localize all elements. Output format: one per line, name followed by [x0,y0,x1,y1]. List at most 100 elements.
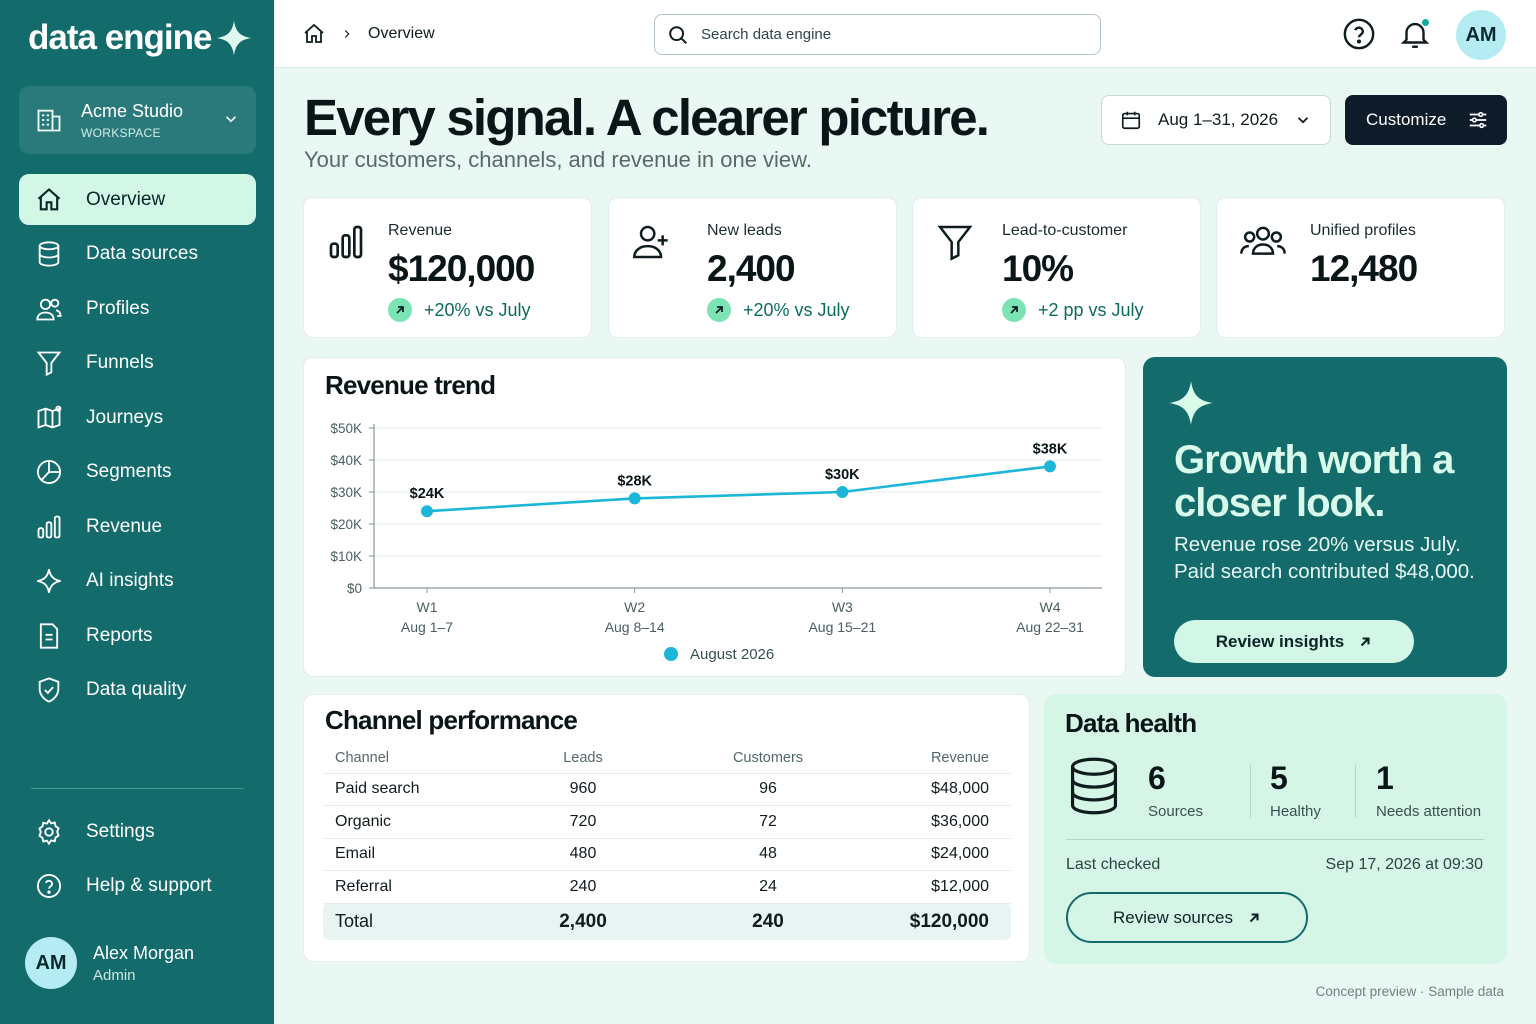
sidebar-item-overview[interactable]: Overview [19,174,256,225]
sparkle-icon [37,569,61,593]
kpi-label: Revenue [388,222,453,239]
funnel-icon [36,351,62,377]
search-box[interactable] [654,14,1101,55]
sidebar-item-label: Segments [86,461,172,482]
table-cell: 24 [643,870,893,904]
kpi-card-lead-to-customer[interactable]: Lead-to-customer 10% +2 pp vs July [912,197,1201,338]
table-row[interactable]: Paid search 960 96 $48,000 [323,773,1011,806]
notifications-button[interactable] [1398,17,1432,51]
kpi-delta-text: +2 pp vs July [1038,299,1144,320]
breadcrumb: Overview [302,22,435,46]
home-icon[interactable] [302,22,326,46]
stat-label: Needs attention [1376,803,1482,820]
column-header[interactable]: Revenue [893,743,1011,774]
promo-title: Growth worth a closer look. [1174,438,1454,525]
sidebar-item-ai-insights[interactable]: AI insights [19,556,256,607]
table-cell: Email [323,838,523,871]
user-plus-icon [633,225,668,259]
sidebar-nav: Overview Data sources Profiles Funnels J… [19,174,256,719]
help-circle-icon [36,873,62,899]
avatar[interactable]: AM [1456,10,1506,60]
workspace-switcher[interactable]: Acme Studio WORKSPACE [19,86,256,154]
health-stat-needs-attention: 1 Needs attention [1376,760,1481,820]
table-header: Channel Leads Customers Revenue [323,743,1011,774]
breadcrumb-current[interactable]: Overview [368,25,435,43]
x-tick-sublabel: Aug 1–7 [401,619,453,635]
arrow-up-right-icon [388,298,412,322]
card-title: Channel performance [325,705,578,735]
table-row[interactable]: Email 480 48 $24,000 [323,838,1011,871]
bar-chart-icon [37,515,61,538]
table-cell: 240 [523,870,643,904]
y-tick-label: $50K [330,421,362,436]
kpi-delta-text: +20% vs July [743,299,850,320]
table-cell: $120,000 [893,903,1011,940]
user-name: Alex Morgan [93,942,195,963]
kpi-label: Lead-to-customer [1002,222,1128,239]
table-cell: $12,000 [893,870,1011,904]
chevron-down-icon [225,116,237,123]
column-header[interactable]: Leads [523,743,643,774]
table-cell: $48,000 [893,773,1011,806]
chevron-right-icon [344,30,350,38]
sidebar-item-journeys[interactable]: Journeys [19,392,256,443]
calendar-icon [1121,111,1141,130]
customize-button[interactable]: Customize [1345,95,1507,145]
bar-chart-icon [329,225,363,259]
sidebar-item-data-sources[interactable]: Data sources [19,229,256,280]
last-checked-value: Sep 17, 2026 at 09:30 [1325,856,1483,873]
sidebar-footer-nav: Settings Help & support [19,806,256,915]
insight-promo-card: Growth worth a closer look. Revenue rose… [1143,357,1507,677]
workspace-name: Acme Studio [81,100,184,121]
kpi-card-new-leads[interactable]: New leads 2,400 +20% vs July [608,197,897,338]
users-group-icon [1240,226,1286,255]
map-icon [37,405,62,429]
sidebar-item-settings[interactable]: Settings [19,806,256,857]
sidebar-item-label: Data sources [86,243,198,264]
kpi-value: 12,480 [1310,248,1418,289]
table-cell: Total [323,903,523,940]
kpi-delta: +2 pp vs July [1002,298,1144,322]
kpi-card-unified-profiles[interactable]: Unified profiles 12,480 [1216,197,1505,338]
user-profile[interactable]: AM Alex Morgan Admin [25,937,194,989]
sparkle-icon [1169,381,1213,425]
sidebar-item-segments[interactable]: Segments [19,447,256,498]
help-icon[interactable] [1342,17,1376,51]
x-tick-sublabel: Aug 22–31 [1016,619,1084,635]
sidebar-item-reports[interactable]: Reports [19,610,256,661]
table-row[interactable]: Organic 720 72 $36,000 [323,805,1011,839]
search-input[interactable] [701,26,1081,43]
data-label: $28K [617,473,652,489]
pie-icon [36,459,62,485]
table-cell: Referral [323,870,523,904]
kpi-value: 10% [1002,248,1074,289]
sidebar-item-funnels[interactable]: Funnels [19,338,256,389]
table-cell: 960 [523,773,643,806]
kpi-card-revenue[interactable]: Revenue $120,000 +20% vs July [303,197,592,338]
brand-name: data engine [28,18,212,57]
date-range-picker[interactable]: Aug 1–31, 2026 [1101,95,1331,145]
building-icon [37,109,61,132]
sliders-icon [1469,111,1487,129]
review-insights-button[interactable]: Review insights [1174,620,1414,663]
x-tick-label: W2 [624,599,645,615]
sidebar-item-profiles[interactable]: Profiles [19,283,256,334]
topbar: Overview AM [274,0,1536,68]
sidebar-item-label: Funnels [86,352,154,373]
review-sources-button[interactable]: Review sources [1066,892,1308,943]
y-tick-label: $0 [347,581,362,596]
kpi-label: Unified profiles [1310,222,1416,239]
sidebar-item-label: Journeys [86,406,164,428]
stat-divider [1355,764,1356,818]
gear-icon [38,818,60,845]
brand-logo[interactable]: data engine [28,18,253,58]
sidebar-item-revenue[interactable]: Revenue [19,501,256,552]
sidebar-item-label: Revenue [86,515,163,537]
table-cell: $36,000 [893,805,1011,839]
table-cell: 480 [523,838,643,871]
column-header[interactable]: Customers [643,743,893,774]
table-row[interactable]: Referral 240 24 $12,000 [323,870,1011,904]
sidebar-item-data-quality[interactable]: Data quality [19,665,256,716]
column-header[interactable]: Channel [323,743,523,774]
sidebar-item-help[interactable]: Help & support [19,861,256,912]
